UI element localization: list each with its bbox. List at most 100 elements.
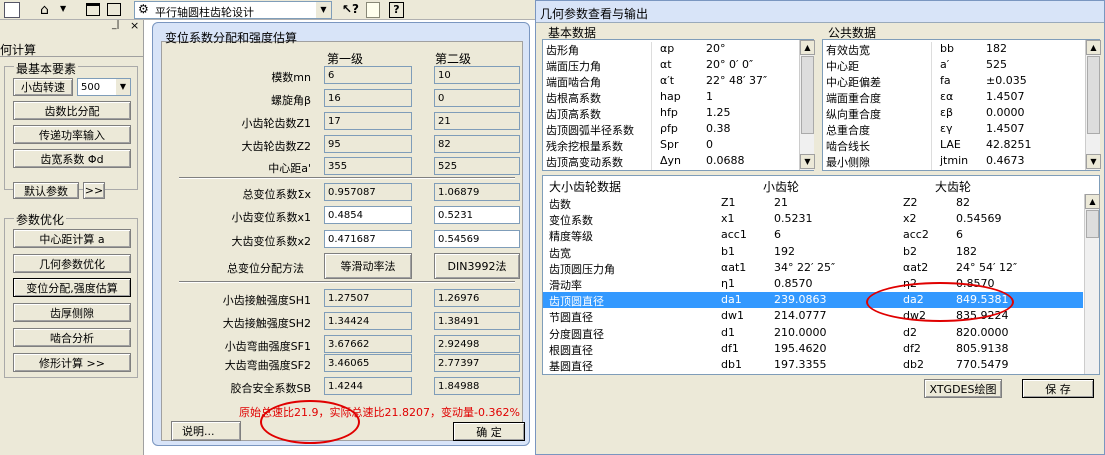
basic-data-list[interactable]: ▲ ▼ 齿形角 αp 20° 端面压力角 αt 20° 0′ 0″ 端面啮合角 α′t 22° … bbox=[542, 39, 815, 171]
speed-select[interactable]: 500 ▼ bbox=[77, 78, 131, 96]
annotation-ellipse-da2 bbox=[866, 282, 1014, 322]
list-item-symbol: Δyn bbox=[660, 154, 682, 167]
table-row[interactable]: 齿顶圆压力角 αat1 34° 22′ 25″ αat2 24° 54′ 12″ bbox=[543, 260, 1083, 276]
stage2-value-field[interactable]: 0.5231 bbox=[434, 206, 520, 224]
save-button[interactable]: 保 存 bbox=[1022, 379, 1094, 398]
stage2-value-field: 2.92498 bbox=[434, 335, 520, 353]
speed-label-button[interactable]: 小齿转速 bbox=[13, 78, 73, 96]
param-label: 中心距a' bbox=[268, 162, 311, 175]
scroll-up-icon[interactable]: ▲ bbox=[1085, 194, 1100, 209]
table-row[interactable]: 分度圆直径 d1 210.0000 d2 820.0000 bbox=[543, 325, 1083, 341]
list-item-value: 42.8251 bbox=[986, 138, 1032, 151]
stage1-value-field[interactable]: 0.4854 bbox=[324, 206, 412, 224]
small-gear-value: 34° 22′ 25″ bbox=[774, 260, 836, 274]
scroll-thumb[interactable] bbox=[801, 56, 814, 134]
param-label: 小齿弯曲强度SF1 bbox=[224, 340, 311, 353]
xtgdes-draw-button[interactable]: XTGDES绘图 bbox=[924, 379, 1002, 398]
close-icon[interactable]: × bbox=[130, 19, 139, 32]
table-row[interactable]: 齿宽 b1 192 b2 182 bbox=[543, 244, 1083, 260]
scroll-thumb[interactable] bbox=[1086, 210, 1099, 238]
table-row[interactable]: 滑动率 η1 0.8570 η2 0.8570 bbox=[543, 276, 1083, 292]
stage2-value-field: 82 bbox=[434, 135, 520, 153]
face-width-button[interactable]: 齿宽系数 Φd bbox=[13, 149, 131, 168]
table-row[interactable]: 齿数 Z1 21 Z2 82 bbox=[543, 195, 1083, 211]
dropdown-arrow-icon[interactable]: ▼ bbox=[60, 4, 66, 13]
large-gear-symbol: αat2 bbox=[903, 260, 929, 274]
note-icon[interactable] bbox=[366, 2, 380, 18]
param-label: 大齿接触强度SH2 bbox=[222, 317, 311, 330]
modification-button[interactable]: 修形计算 >> bbox=[13, 353, 131, 372]
divider bbox=[0, 56, 144, 57]
scroll-down-icon[interactable]: ▼ bbox=[800, 154, 815, 169]
explain-button[interactable]: 说明... bbox=[171, 421, 241, 441]
power-input-button[interactable]: 传递功率输入 bbox=[13, 125, 131, 144]
large-gear-value: 82 bbox=[956, 196, 970, 209]
gear-row-name: 滑动率 bbox=[549, 279, 582, 292]
chevron-down-icon[interactable]: ▼ bbox=[316, 2, 331, 18]
list-item-symbol: hfp bbox=[660, 106, 678, 119]
list-divider bbox=[651, 154, 652, 170]
help-arrow-icon[interactable]: ↖? bbox=[342, 2, 359, 16]
large-gear-symbol: x2 bbox=[903, 212, 917, 226]
list-item-symbol: εγ bbox=[940, 122, 953, 135]
default-params-button[interactable]: 默认参数 bbox=[13, 182, 79, 199]
table-row[interactable]: 变位系数 x1 0.5231 x2 0.54569 bbox=[543, 211, 1083, 227]
small-gear-symbol: x1 bbox=[721, 212, 735, 226]
list-item-value: 1.25 bbox=[706, 106, 731, 119]
small-gear-value: 214.0777 bbox=[774, 309, 827, 323]
ok-button[interactable]: 确 定 bbox=[453, 422, 525, 441]
home-icon[interactable]: ⌂ bbox=[40, 2, 56, 18]
large-gear-value: 820.0000 bbox=[956, 325, 1009, 339]
help-icon[interactable]: ? bbox=[389, 2, 404, 18]
table-row[interactable]: 精度等级 acc1 6 acc2 6 bbox=[543, 227, 1083, 243]
gear-data-table[interactable]: 大小齿轮数据 小齿轮 大齿轮 ▲ 齿数 Z1 21 Z2 82 变位系数 x1 0.5231 x… bbox=[542, 175, 1100, 375]
stage2-value-field[interactable]: 0.54569 bbox=[434, 230, 520, 248]
gear-row-name: 根圆直径 bbox=[549, 343, 593, 357]
small-gear-value: 210.0000 bbox=[774, 325, 827, 339]
more-button[interactable]: >> bbox=[83, 182, 105, 199]
scroll-down-icon[interactable]: ▼ bbox=[1086, 154, 1101, 169]
list-item-symbol: εα bbox=[940, 90, 954, 103]
list-item-symbol: jtmin bbox=[940, 154, 969, 167]
param-label: 小齿变位系数x1 bbox=[231, 211, 311, 224]
gear-ratio-button[interactable]: 齿数比分配 bbox=[13, 101, 131, 120]
module-combo[interactable]: ⚙ 平行轴圆柱齿轮设计 ▼ bbox=[134, 1, 332, 19]
list-item-value: 20° bbox=[706, 42, 726, 55]
list-divider bbox=[651, 74, 652, 90]
window-icon[interactable] bbox=[86, 3, 100, 16]
gear-row-name: 变位系数 bbox=[549, 214, 593, 228]
table-row[interactable]: 根圆直径 df1 195.4620 df2 805.9138 bbox=[543, 341, 1083, 357]
scroll-thumb[interactable] bbox=[1087, 56, 1100, 134]
param-label: 小齿轮齿数Z1 bbox=[241, 117, 311, 130]
chevron-down-icon[interactable]: ▼ bbox=[116, 79, 130, 95]
document-icon[interactable] bbox=[4, 2, 20, 18]
equal-slip-button[interactable]: 等滑动率法 bbox=[324, 253, 412, 279]
geometry-optimize-button[interactable]: 几何参数优化 bbox=[13, 254, 131, 273]
list-item-name: 齿顶高系数 bbox=[546, 108, 601, 121]
common-data-list[interactable]: ▲ ▼ 有效齿宽 bb 182 中心距 a′ 525 中心距偏差 fa ±0.035 端面重合度 ε… bbox=[822, 39, 1101, 171]
list-item-value: 22° 48′ 37″ bbox=[706, 74, 768, 87]
din3992-button[interactable]: DIN3992法 bbox=[434, 253, 520, 279]
scroll-up-icon[interactable]: ▲ bbox=[1086, 40, 1101, 55]
large-gear-value: 182 bbox=[956, 244, 977, 258]
scroll-up-icon[interactable]: ▲ bbox=[800, 40, 815, 55]
center-distance-button[interactable]: 中心距计算 a bbox=[13, 229, 131, 248]
stage1-value-field: 355 bbox=[324, 157, 412, 175]
list-divider bbox=[651, 122, 652, 138]
list-item-name: 残余挖根量系数 bbox=[546, 140, 623, 153]
large-gear-value: 0.54569 bbox=[956, 212, 1002, 226]
shift-strength-button[interactable]: 变位分配,强度估算 bbox=[13, 278, 131, 297]
method-label: 总变位分配方法 bbox=[227, 262, 304, 275]
basic-scrollbar[interactable]: ▲ ▼ bbox=[799, 40, 815, 170]
list-divider bbox=[651, 58, 652, 74]
mesh-analysis-button[interactable]: 啮合分析 bbox=[13, 328, 131, 347]
minimize-icon[interactable]: _| bbox=[112, 20, 120, 30]
tile-icon[interactable] bbox=[107, 3, 121, 16]
common-scrollbar[interactable]: ▲ ▼ bbox=[1085, 40, 1101, 170]
stage1-value-field[interactable]: 0.471687 bbox=[324, 230, 412, 248]
table-row[interactable]: 基圆直径 db1 197.3355 db2 770.5479 bbox=[543, 357, 1083, 373]
annotation-ellipse-ratio bbox=[260, 400, 360, 444]
tooth-thickness-button[interactable]: 齿厚侧隙 bbox=[13, 303, 131, 322]
gear-scrollbar[interactable]: ▲ bbox=[1084, 194, 1100, 374]
group-title-basic: 最基本要素 bbox=[14, 60, 79, 77]
